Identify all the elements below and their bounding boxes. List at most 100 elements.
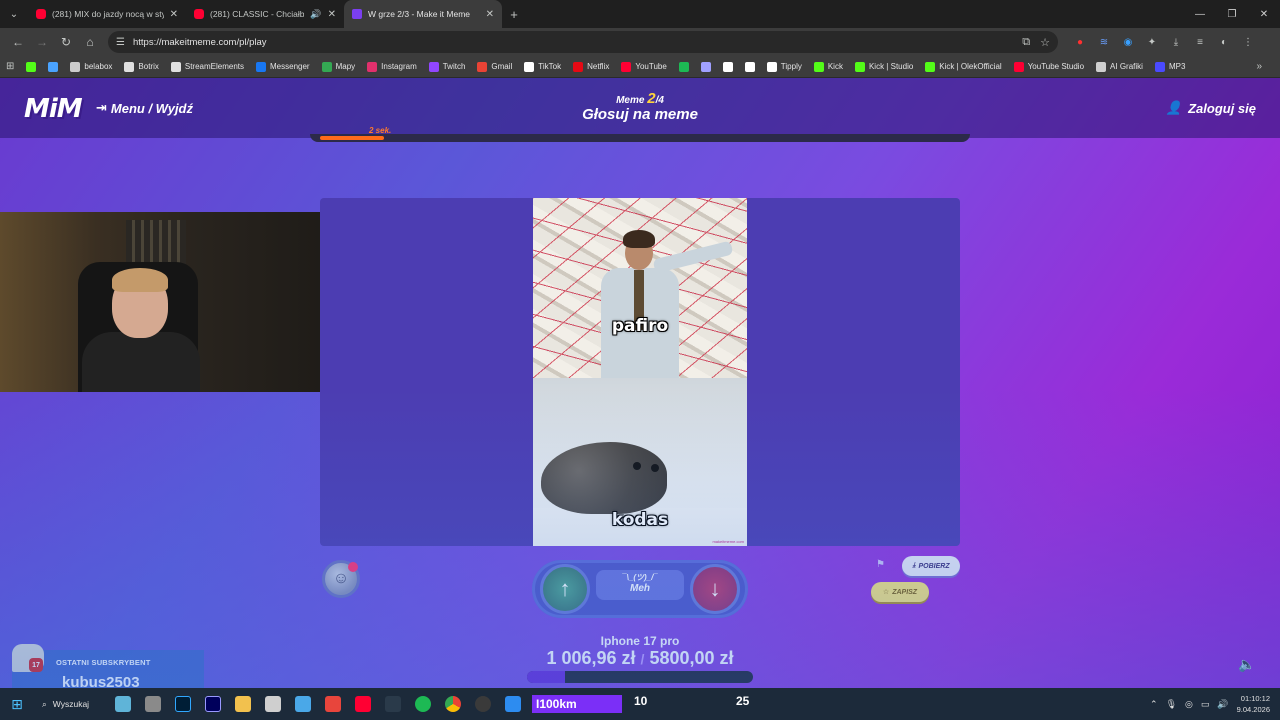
bookmark-favicon-icon <box>170 61 181 72</box>
bookmark-item[interactable]: Tipply <box>766 61 802 72</box>
extensions-puzzle-icon[interactable]: ✦ <box>1144 34 1160 50</box>
minimize-icon[interactable]: — <box>1184 0 1216 28</box>
microphone-icon[interactable]: 🎙 <box>1166 699 1177 710</box>
app-dark-icon[interactable] <box>378 688 408 720</box>
bookmark-item[interactable]: StreamElements <box>170 61 244 72</box>
display-icon[interactable]: ▭ <box>1201 699 1210 710</box>
bookmark-item[interactable]: belabox <box>70 61 112 72</box>
menu-kebab-icon[interactable]: ⋮ <box>1240 34 1256 50</box>
forward-icon[interactable]: → <box>30 30 54 54</box>
network-icon[interactable]: ◎ <box>1185 699 1193 710</box>
arrow-down-icon: ↓ <box>709 576 721 601</box>
mute-speaker-icon[interactable]: 🔈 <box>1238 656 1255 673</box>
upvote-button[interactable]: ↑ <box>540 564 590 614</box>
bookmark-item[interactable]: Twitch <box>428 61 465 72</box>
downvote-button[interactable]: ↓ <box>690 564 740 614</box>
clock-time: 01:10:12 <box>1240 694 1270 703</box>
save-button[interactable]: ☆ ZAPISZ <box>871 582 929 602</box>
bookmark-star-icon[interactable]: ☆ <box>1040 36 1050 49</box>
bookmark-item[interactable] <box>700 61 711 72</box>
bookmark-favicon-icon <box>124 61 135 72</box>
bookmark-item[interactable]: Kick <box>813 61 843 72</box>
close-window-icon[interactable]: ✕ <box>1248 0 1280 28</box>
bookmarks-bar: ⊞ belabox Botrix StreamElements Messenger Ma… <box>0 56 1280 78</box>
round-prefix: Meme <box>616 95 645 106</box>
close-tab-icon[interactable]: ✕ <box>486 9 494 20</box>
extension-red-icon[interactable]: ● <box>1072 34 1088 50</box>
premiere-icon[interactable] <box>198 688 228 720</box>
new-tab-button[interactable]: + <box>502 7 526 22</box>
bookmark-item[interactable]: AI Grafiki <box>1096 61 1143 72</box>
goal-title: Iphone 17 pro <box>600 634 680 648</box>
download-button[interactable]: ⤓ POBIERZ <box>902 556 960 576</box>
close-tab-icon[interactable]: ✕ <box>170 9 178 20</box>
bookmark-item[interactable] <box>26 61 37 72</box>
bookmark-item[interactable]: YouTube Studio <box>1013 61 1084 72</box>
bookmark-item[interactable]: TikTok <box>524 61 561 72</box>
address-bar[interactable]: ☰ https://makeitmeme.com/pl/play ⧉ ☆ <box>108 31 1058 53</box>
windows-start-icon[interactable]: ⊞ <box>0 688 34 720</box>
app-blue-icon[interactable] <box>498 688 528 720</box>
round-info: Meme 2/4 Głosuj na meme <box>540 90 740 123</box>
bookmark-item[interactable]: Kick | OlekOfficial <box>925 61 1002 72</box>
home-icon[interactable]: ⌂ <box>78 30 102 54</box>
back-icon[interactable]: ← <box>6 30 30 54</box>
volume-icon[interactable]: 🔊 <box>1217 699 1228 710</box>
bookmark-item[interactable] <box>744 61 755 72</box>
mim-icon <box>352 9 362 19</box>
bookmark-item[interactable]: Mapy <box>321 61 355 72</box>
url-text[interactable]: https://makeitmeme.com/pl/play <box>133 37 1012 48</box>
bookmark-item[interactable] <box>48 61 59 72</box>
stat-value-2: 25 <box>736 694 750 708</box>
bookmark-item[interactable]: MP3 <box>1154 61 1185 72</box>
tray-chevron-icon[interactable]: ⌃ <box>1150 699 1158 710</box>
folder-icon[interactable] <box>228 688 258 720</box>
bookmark-item[interactable] <box>678 61 689 72</box>
reading-list-icon[interactable]: ≡ <box>1192 34 1208 50</box>
chrome-icon[interactable] <box>438 688 468 720</box>
calculator-icon[interactable] <box>258 688 288 720</box>
bookmark-item[interactable]: Netflix <box>573 61 609 72</box>
browser-tab[interactable]: (281) CLASSIC - Chciałbym 🔊 ✕ <box>186 0 344 28</box>
bookmark-item[interactable]: Botrix <box>124 61 159 72</box>
youtube-music-icon[interactable] <box>348 688 378 720</box>
close-tab-icon[interactable]: ✕ <box>328 9 336 20</box>
audio-playing-icon[interactable]: 🔊 <box>310 9 321 20</box>
meh-vote-button[interactable]: ¯\_(ツ)_/¯ Meh <box>596 570 684 600</box>
obs-icon[interactable] <box>468 688 498 720</box>
menu-exit-button[interactable]: ⇥ Menu / Wyjdź <box>96 100 193 116</box>
reload-icon[interactable]: ↻ <box>54 30 78 54</box>
bookmark-item[interactable]: YouTube <box>621 61 667 72</box>
site-settings-icon[interactable]: ☰ <box>116 37 125 48</box>
app-red-icon[interactable] <box>318 688 348 720</box>
profile-icon[interactable]: ◐ <box>1216 34 1232 50</box>
clock-date: 9.04.2026 <box>1236 705 1270 714</box>
bookmark-item[interactable]: Instagram <box>367 61 417 72</box>
bookmark-item[interactable] <box>722 61 733 72</box>
notepad-icon[interactable] <box>288 688 318 720</box>
bookmark-item[interactable]: Kick | Studio <box>854 61 913 72</box>
login-button[interactable]: 👤 Zaloguj się <box>1166 100 1256 116</box>
clock[interactable]: 01:10:12 9.04.2026 <box>1237 693 1270 715</box>
apps-grid-icon[interactable]: ⊞ <box>6 61 14 72</box>
bookmarks-overflow-icon[interactable]: » <box>1256 61 1262 72</box>
extension-wave-icon[interactable]: ≋ <box>1096 34 1112 50</box>
browser-tab[interactable]: (281) MIX do jazdy nocą w stylu ✕ <box>28 0 186 28</box>
mim-logo[interactable]: MiM <box>24 94 83 124</box>
photoshop-icon[interactable] <box>168 688 198 720</box>
download-icon[interactable]: ⤓ <box>1168 34 1184 50</box>
taskbar-search[interactable]: ⌕ Wyszukaj <box>34 688 108 720</box>
report-flag-icon[interactable]: ⚑ <box>876 559 885 570</box>
file-explorer-icon[interactable] <box>138 688 168 720</box>
tab-search-chevron-icon[interactable]: ⌄ <box>0 0 28 28</box>
spotify-icon[interactable] <box>408 688 438 720</box>
timer-bar <box>310 134 970 142</box>
game-page: MiM ⇥ Menu / Wyjdź Meme 2/4 Głosuj na me… <box>0 78 1280 688</box>
taskview-icon[interactable] <box>108 688 138 720</box>
bookmark-item[interactable]: Gmail <box>477 61 512 72</box>
browser-tab-active[interactable]: W grze 2/3 - Make it Meme ✕ <box>344 0 502 28</box>
bookmark-item[interactable]: Messenger <box>256 61 310 72</box>
restore-icon[interactable]: ❐ <box>1216 0 1248 28</box>
install-app-icon[interactable]: ⧉ <box>1022 36 1030 49</box>
extension-blue-icon[interactable]: ◉ <box>1120 34 1136 50</box>
